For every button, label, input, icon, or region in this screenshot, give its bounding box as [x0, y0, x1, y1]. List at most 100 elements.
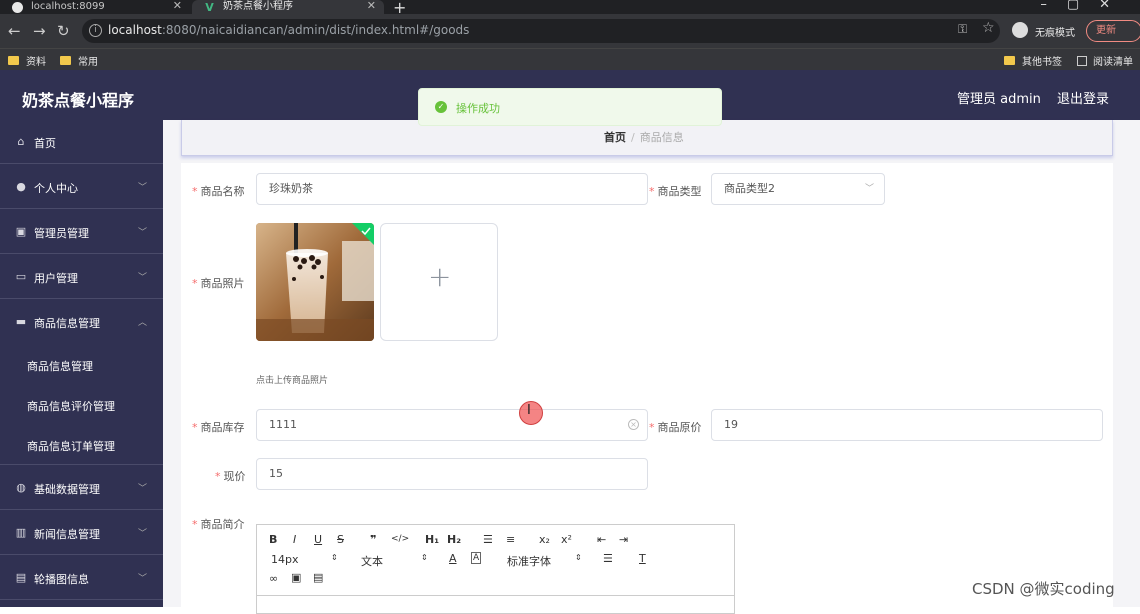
back-button[interactable]: ← [8, 22, 21, 40]
sidebar-item-news[interactable]: ▥ 新闻信息管理 ﹀ [0, 511, 163, 555]
h2-button[interactable]: H₂ [447, 533, 461, 546]
sidebar-subitem-label: 商品信息评价管理 [27, 400, 115, 413]
image-icon[interactable]: ▣ [291, 571, 301, 584]
window-controls[interactable]: –▢✕ [1040, 0, 1130, 12]
chevron-down-icon: ﹀ [137, 529, 147, 539]
superscript-button[interactable]: x² [561, 533, 572, 546]
watermark: CSDN @微实coding [972, 580, 1115, 598]
sidebar-item-label: 首页 [34, 137, 56, 150]
goods-photo-label: * 商品照片 [192, 277, 245, 290]
video-icon[interactable]: ▤ [313, 571, 323, 584]
clear-icon[interactable]: × [628, 419, 639, 430]
align-icon[interactable]: ☰ [603, 552, 613, 565]
font-size-value: 14px [271, 553, 299, 566]
folder-icon [8, 56, 19, 65]
italic-button[interactable]: I [293, 533, 296, 546]
sidebar-item-admins[interactable]: ▣ 管理员管理 ﹀ [0, 210, 163, 254]
upload-button[interactable]: + [380, 223, 498, 341]
clear-format-icon[interactable]: T [639, 552, 646, 565]
star-icon[interactable]: ☆ [982, 20, 995, 36]
font-family-select[interactable]: 标准字体 ⇕ [507, 553, 582, 569]
url-text[interactable]: localhost:8080/naicaidiancan/admin/dist/… [108, 23, 469, 37]
home-icon: ⌂ [17, 135, 25, 148]
users-icon: ▭ [15, 270, 27, 283]
globe-icon [12, 1, 23, 13]
goods-stock-input[interactable]: 1111 × [256, 409, 648, 441]
sidebar-item-carousel[interactable]: ▤ 轮播图信息 ﹀ [0, 556, 163, 600]
subscript-button[interactable]: x₂ [539, 533, 550, 546]
chevron-down-icon: ﹀ [137, 228, 147, 238]
quote-button[interactable]: ❞ [370, 533, 376, 546]
reload-button[interactable]: ↻ [57, 22, 70, 40]
goods-photo-thumbnail[interactable] [256, 223, 374, 341]
sidebar-item-goods[interactable]: ▬ 商品信息管理 ︿ [0, 300, 163, 344]
data-icon: ◍ [16, 481, 26, 494]
key-icon[interactable]: ⚿ [958, 22, 967, 37]
background-color-icon[interactable]: A [471, 552, 482, 564]
forward-button[interactable]: → [33, 22, 46, 40]
close-tab-icon[interactable]: ✕ [367, 0, 376, 12]
font-color-icon[interactable]: A [449, 552, 457, 565]
vue-icon: V [205, 0, 214, 14]
sidebar-subitem-goods[interactable]: 商品信息管理 [0, 345, 163, 385]
sidebar-subitem-label: 商品信息订单管理 [27, 440, 115, 453]
sidebar-item-users[interactable]: ▭ 用户管理 ﹀ [0, 255, 163, 299]
update-button[interactable]: 更新 [1086, 20, 1140, 42]
carousel-icon: ▤ [15, 571, 27, 584]
code-button[interactable]: </> [391, 534, 409, 544]
success-toast: ✓ 操作成功 [418, 88, 722, 126]
bookmark-folder[interactable]: 资料 [8, 53, 46, 68]
text-style-select[interactable]: 文本 ⇕ [361, 553, 428, 569]
bookmarks-bar: 资料 常用 其他书签 阅读清单 [0, 48, 1140, 70]
reading-list-icon [1077, 55, 1087, 66]
browser-tab-active[interactable]: V 奶茶点餐小程序 ✕ [192, 0, 384, 14]
outdent-button[interactable]: ⇤ [597, 533, 606, 546]
check-circle-icon: ✓ [435, 101, 447, 113]
info-icon[interactable]: i [89, 24, 102, 37]
sidebar-subitem-goods-orders[interactable]: 商品信息订单管理 [0, 425, 163, 465]
link-icon[interactable]: ∞ [269, 572, 278, 585]
goods-name-input[interactable]: 珍珠奶茶 [256, 173, 648, 205]
goods-type-label: * 商品类型 [649, 185, 702, 198]
breadcrumb-current: 商品信息 [639, 131, 684, 144]
goods-name-label: * 商品名称 [192, 185, 245, 198]
chevron-down-icon: ﹀ [137, 484, 147, 494]
chevron-down-icon: ﹀ [137, 273, 147, 283]
breadcrumb-home[interactable]: 首页 [604, 131, 626, 144]
folder-icon [60, 56, 71, 65]
close-tab-icon[interactable]: ✕ [173, 0, 182, 12]
bold-button[interactable]: B [269, 533, 277, 546]
sidebar-item-basic-data[interactable]: ◍ 基础数据管理 ﹀ [0, 466, 163, 510]
sidebar: ⌂ 首页 ● 个人中心 ﹀ ▣ 管理员管理 ﹀ ▭ 用户管理 ﹀ ▬ 商品信息管… [0, 120, 163, 607]
h1-button[interactable]: H₁ [425, 533, 439, 546]
rich-text-editor[interactable]: B I U S ❞ </> H₁ H₂ ☰ ≡ x₂ x² ⇤ ⇥ 14px ⇕ … [256, 524, 735, 614]
sidebar-item-label: 管理员管理 [34, 227, 89, 240]
strike-button[interactable]: S [337, 533, 344, 546]
sidebar-item-home[interactable]: ⌂ 首页 [0, 120, 163, 164]
browser-tab[interactable]: localhost:8099 ✕ [0, 0, 190, 14]
sidebar-item-profile[interactable]: ● 个人中心 ﹀ [0, 165, 163, 209]
goods-orig-price-input[interactable]: 19 [711, 409, 1103, 441]
font-size-select[interactable]: 14px ⇕ [271, 553, 338, 566]
sidebar-subitem-goods-reviews[interactable]: 商品信息评价管理 [0, 385, 163, 425]
breadcrumb-separator: / [631, 131, 635, 144]
milk-tea-image [256, 223, 374, 341]
goods-type-select[interactable]: 商品类型2 ﹀ [711, 173, 885, 205]
text-cursor-icon: I [527, 403, 531, 418]
indent-button[interactable]: ⇥ [619, 533, 628, 546]
bookmark-label: 常用 [78, 57, 98, 68]
reading-list[interactable]: 阅读清单 [1077, 53, 1133, 68]
tab-label: 奶茶点餐小程序 [223, 1, 293, 12]
ordered-list-button[interactable]: ☰ [483, 533, 493, 546]
goods-price-input[interactable]: 15 [256, 458, 648, 490]
bookmark-folder[interactable]: 其他书签 [1004, 53, 1062, 68]
bookmark-folder[interactable]: 常用 [60, 53, 98, 68]
sidebar-item-label: 个人中心 [34, 182, 78, 195]
bullet-list-button[interactable]: ≡ [506, 533, 515, 546]
goods-type-value: 商品类型2 [724, 182, 775, 195]
logout-link[interactable]: 退出登录 [1057, 88, 1109, 107]
goods-icon: ▬ [15, 315, 27, 328]
underline-button[interactable]: U [314, 533, 322, 546]
select-arrows-icon: ⇕ [575, 553, 582, 562]
text-style-value: 文本 [361, 555, 383, 568]
